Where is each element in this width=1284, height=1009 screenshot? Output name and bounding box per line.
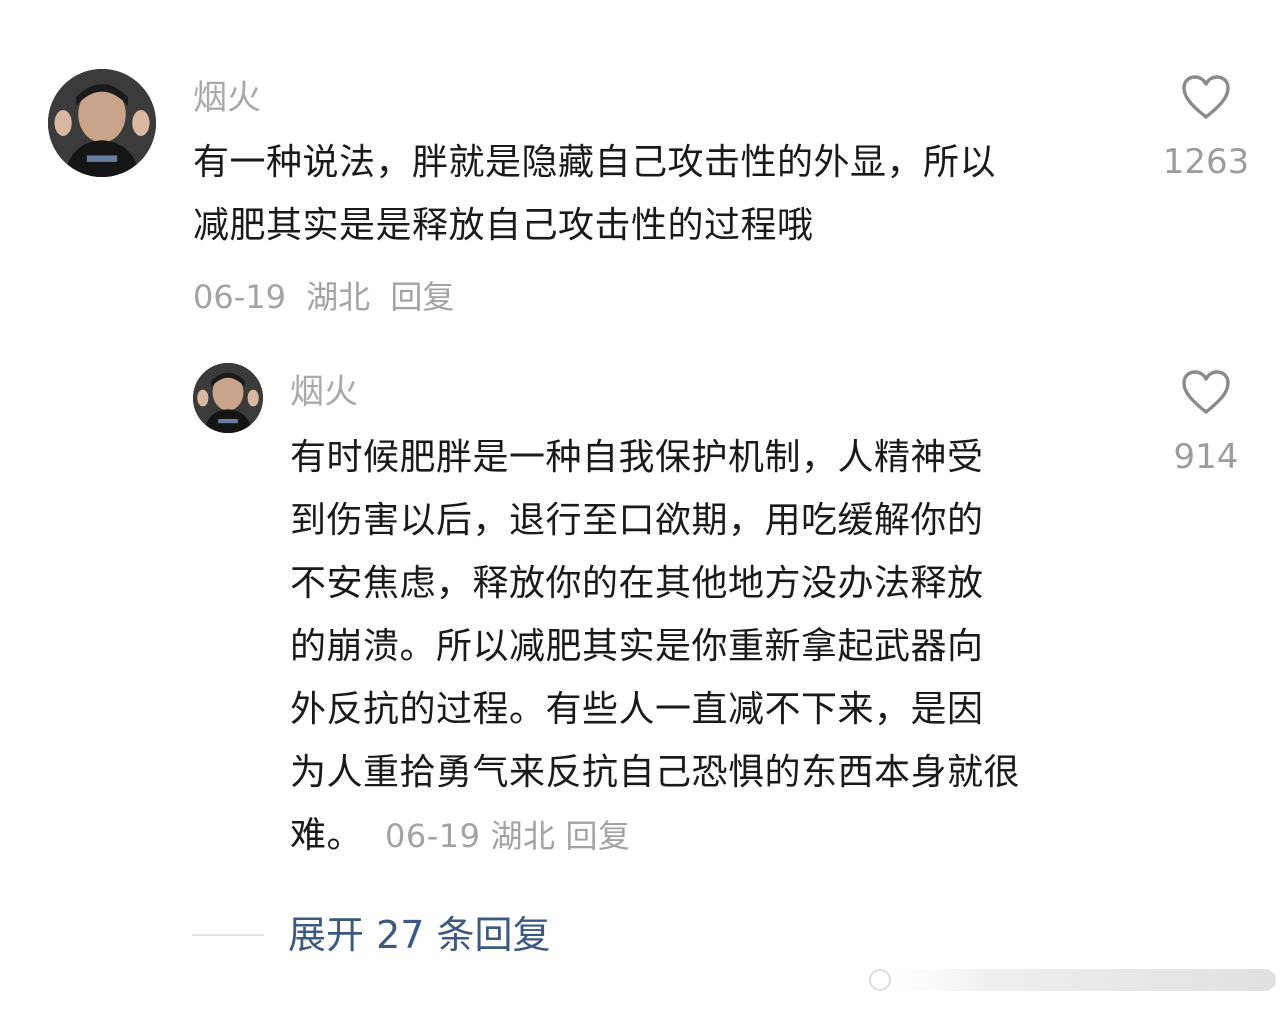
comment-text[interactable]: 有一种说法，胖就是隐藏自己攻击性的外显，所以 减肥其实是是释放自己攻击性的过程哦 [193, 131, 996, 257]
reply-text-line: 的崩溃。所以减肥其实是你重新拿起武器向 [290, 626, 984, 667]
reply-date: 06-19 [385, 817, 481, 855]
reply-text-line: 不安焦虑，释放你的在其他地方没办法释放 [290, 563, 984, 604]
heart-outline-icon[interactable] [1181, 369, 1231, 415]
comment-like[interactable]: 1263 [1160, 74, 1252, 182]
comment-text-line: 减肥其实是是释放自己攻击性的过程哦 [193, 205, 814, 246]
reply-text-line: 有时候肥胖是一种自我保护机制，人精神受 [290, 437, 984, 478]
reply-text-line: 到伤害以后，退行至口欲期，用吃缓解你的 [290, 500, 984, 541]
reply-avatar-image [193, 363, 263, 433]
reply-meta: 06-19 湖北 回复 [385, 817, 641, 855]
reply-like-count: 914 [1173, 437, 1239, 477]
reply-reply-button[interactable]: 回复 [566, 817, 631, 855]
comment-text-line: 有一种说法，胖就是隐藏自己攻击性的外显，所以 [193, 142, 997, 183]
watermark [866, 969, 1276, 991]
comment-location: 湖北 [306, 278, 371, 316]
reply-text-last: 难。 [290, 815, 364, 856]
reply-text-line: 外反抗的过程。有些人一直减不下来，是因 [290, 689, 984, 730]
heart-outline-icon[interactable] [1181, 74, 1231, 120]
reply-username[interactable]: 烟火 [290, 372, 358, 412]
reply-avatar[interactable] [193, 363, 263, 433]
reply-text[interactable]: 有时候肥胖是一种自我保护机制，人精神受 到伤害以后，退行至口欲期，用吃缓解你的 … [290, 426, 1020, 868]
divider [192, 934, 264, 936]
reply-location: 湖北 [490, 817, 556, 855]
avatar[interactable] [48, 69, 156, 177]
comment-reply-button[interactable]: 回复 [390, 278, 454, 316]
reply-text-last-line: 难。 06-19 湖北 回复 [290, 804, 1020, 868]
avatar-image [48, 69, 156, 177]
comment-like-count: 1263 [1162, 142, 1250, 182]
reply-text-line: 为人重拾勇气来反抗自己恐惧的东西本身就很 [290, 752, 1021, 793]
reply-like[interactable]: 914 [1160, 369, 1252, 477]
comment-username[interactable]: 烟火 [193, 78, 261, 118]
expand-replies-button[interactable]: 展开 27 条回复 [288, 912, 551, 958]
comment-meta: 06-19 湖北 回复 [193, 277, 464, 317]
comment-date: 06-19 [193, 278, 286, 316]
